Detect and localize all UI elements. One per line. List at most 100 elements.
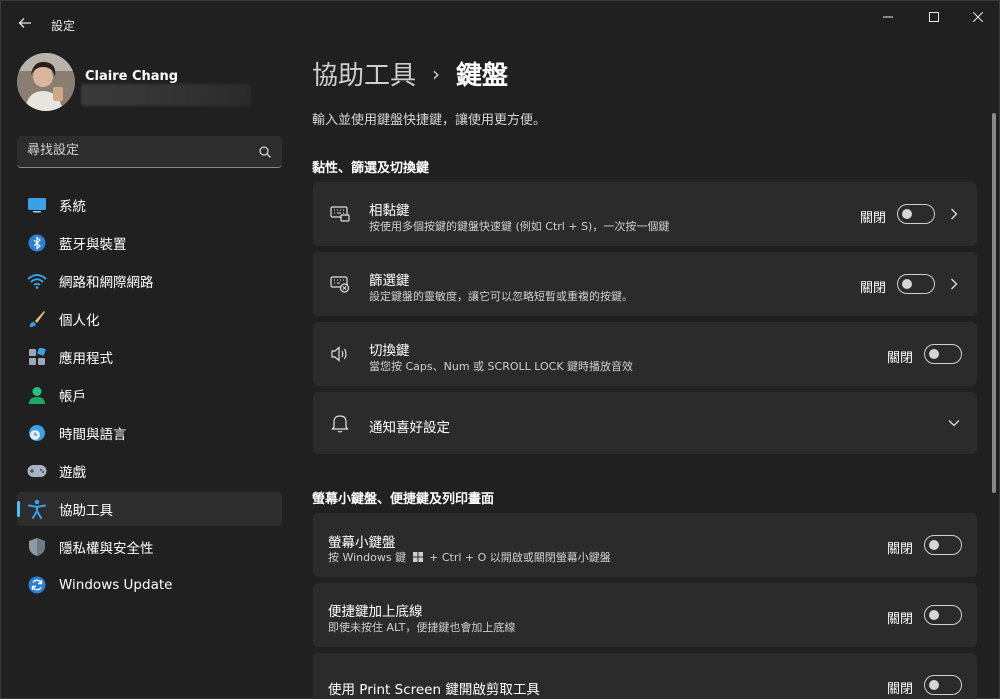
sidebar-nav: 系統 藍牙與裝置 網路和網際網路 個人化 應用程式 帳戶 時間與語言 遊戲 協助… — [17, 188, 282, 606]
app-title: 設定 — [51, 19, 76, 33]
sidebar-item-label: 系統 — [59, 199, 86, 215]
user-photo-icon — [17, 53, 75, 111]
windows-logo-icon — [412, 552, 423, 562]
toggle-keys-state: 關閉 — [887, 351, 914, 366]
on-screen-keyboard-toggle[interactable] — [924, 535, 962, 555]
notification-preferences-card[interactable]: 通知喜好設定 — [313, 392, 977, 454]
section-title-sticky: 黏性、篩選及切換鍵 — [312, 161, 430, 176]
bluetooth-icon — [27, 233, 47, 253]
sidebar-item-privacy[interactable]: 隱私權與安全性 — [17, 530, 282, 564]
gamepad-icon — [27, 461, 47, 481]
print-screen-title: 使用 Print Screen 鍵開啟剪取工具 — [328, 682, 540, 698]
filter-keys-icon — [329, 273, 351, 295]
sidebar-item-label: 網路和網際網路 — [59, 275, 154, 291]
sidebar-item-apps[interactable]: 應用程式 — [17, 340, 282, 374]
account-icon — [27, 385, 47, 405]
toggle-keys-subtitle: 當您按 Caps、Num 或 SCROLL LOCK 鍵時播放音效 — [369, 360, 634, 373]
search-box[interactable] — [17, 136, 282, 168]
print-screen-card[interactable]: 使用 Print Screen 鍵開啟剪取工具 關閉 — [313, 653, 977, 699]
sticky-keys-subtitle: 按使用多個按鍵的鍵盤快速鍵 (例如 Ctrl + S)，一次按一個鍵 — [369, 220, 670, 233]
chevron-right-icon[interactable] — [947, 207, 961, 221]
update-icon — [27, 575, 47, 595]
sidebar-item-network[interactable]: 網路和網際網路 — [17, 264, 282, 298]
shield-icon — [27, 537, 47, 557]
search-input[interactable] — [27, 143, 247, 158]
minimize-icon — [883, 16, 893, 18]
clock-globe-icon — [27, 423, 47, 443]
sidebar-item-label: Windows Update — [59, 577, 173, 593]
sidebar-item-windows-update[interactable]: Windows Update — [17, 568, 282, 602]
sidebar-item-personalization[interactable]: 個人化 — [17, 302, 282, 336]
speaker-icon — [329, 343, 351, 365]
sidebar-item-label: 個人化 — [59, 313, 100, 329]
brush-icon — [27, 309, 47, 329]
section-title-onscreen: 螢幕小鍵盤、便捷鍵及列印畫面 — [312, 492, 495, 507]
filter-keys-state: 關閉 — [860, 281, 887, 296]
close-icon — [973, 12, 983, 22]
wifi-icon — [27, 271, 47, 291]
underline-access-keys-title: 便捷鍵加上底線 — [328, 604, 423, 620]
toggle-keys-card[interactable]: 切換鍵 當您按 Caps、Num 或 SCROLL LOCK 鍵時播放音效 關閉 — [313, 322, 977, 386]
sticky-keys-state: 關閉 — [860, 211, 887, 226]
minimize-button[interactable] — [865, 1, 911, 33]
on-screen-keyboard-card[interactable]: 螢幕小鍵盤 按 Windows 鍵 + Ctrl + O 以開啟或關閉螢幕小鍵盤… — [313, 513, 977, 577]
print-screen-toggle[interactable] — [924, 675, 962, 695]
osk-subtitle-pre: 按 Windows 鍵 — [328, 551, 407, 564]
avatar[interactable] — [17, 53, 75, 111]
sidebar-item-label: 隱私權與安全性 — [59, 541, 154, 557]
breadcrumb-parent[interactable]: 協助工具 — [312, 55, 416, 92]
underline-access-keys-toggle[interactable] — [924, 605, 962, 625]
chevron-right-icon[interactable] — [947, 277, 961, 291]
sidebar-item-label: 藍牙與裝置 — [59, 237, 127, 253]
sidebar-item-system[interactable]: 系統 — [17, 188, 282, 222]
search-icon[interactable] — [258, 145, 272, 159]
page-description: 輸入並使用鍵盤快捷鍵，讓使用更方便。 — [312, 113, 547, 128]
sidebar-item-label: 時間與語言 — [59, 427, 127, 443]
filter-keys-toggle[interactable] — [897, 274, 935, 294]
toggle-keys-toggle[interactable] — [924, 344, 962, 364]
on-screen-keyboard-state: 關閉 — [887, 542, 914, 557]
sidebar-item-gaming[interactable]: 遊戲 — [17, 454, 282, 488]
apps-icon — [27, 347, 47, 367]
osk-subtitle-post: + Ctrl + O 以開啟或關閉螢幕小鍵盤 — [429, 551, 611, 564]
profile-email-redacted — [81, 84, 251, 106]
notification-preferences-title: 通知喜好設定 — [369, 420, 450, 436]
sidebar-item-label: 遊戲 — [59, 465, 86, 481]
on-screen-keyboard-subtitle: 按 Windows 鍵 + Ctrl + O 以開啟或關閉螢幕小鍵盤 — [328, 549, 611, 565]
sidebar-item-label: 協助工具 — [59, 503, 113, 519]
title-bar: 設定 — [1, 1, 1000, 47]
breadcrumb-separator: › — [432, 61, 441, 86]
profile-name: Claire Chang — [85, 69, 179, 84]
sidebar-item-accessibility[interactable]: 協助工具 — [17, 492, 282, 526]
settings-window: 設定 Claire Chang 系統 — [0, 0, 1000, 699]
sidebar-item-bluetooth[interactable]: 藍牙與裝置 — [17, 226, 282, 260]
filter-keys-subtitle: 設定鍵盤的靈敏度，讓它可以忽略短暫或重複的按鍵。 — [369, 290, 633, 303]
maximize-button[interactable] — [911, 1, 957, 33]
sticky-keys-title: 相黏鍵 — [369, 203, 410, 219]
bell-icon — [329, 412, 351, 434]
underline-access-keys-subtitle: 即使未按住 ALT，便捷鍵也會加上底線 — [328, 621, 516, 634]
toggle-keys-title: 切換鍵 — [369, 343, 410, 359]
underline-access-keys-card[interactable]: 便捷鍵加上底線 即使未按住 ALT，便捷鍵也會加上底線 關閉 — [313, 583, 977, 647]
scrollbar[interactable] — [992, 113, 996, 493]
back-button[interactable] — [13, 11, 37, 35]
sidebar-item-label: 帳戶 — [59, 389, 86, 405]
sticky-keys-card[interactable]: 相黏鍵 按使用多個按鍵的鍵盤快速鍵 (例如 Ctrl + S)，一次按一個鍵 關… — [313, 182, 977, 246]
system-icon — [27, 195, 47, 215]
close-button[interactable] — [955, 1, 1000, 33]
underline-access-keys-state: 關閉 — [887, 612, 914, 627]
maximize-icon — [929, 12, 939, 22]
filter-keys-card[interactable]: 篩選鍵 設定鍵盤的靈敏度，讓它可以忽略短暫或重複的按鍵。 關閉 — [313, 252, 977, 316]
breadcrumb: 協助工具 › 鍵盤 — [312, 55, 508, 92]
sidebar-item-accounts[interactable]: 帳戶 — [17, 378, 282, 412]
back-arrow-icon — [18, 18, 31, 28]
sticky-keys-toggle[interactable] — [897, 204, 935, 224]
chevron-down-icon[interactable] — [947, 416, 961, 430]
on-screen-keyboard-title: 螢幕小鍵盤 — [328, 535, 396, 551]
filter-keys-title: 篩選鍵 — [369, 273, 410, 289]
sticky-keys-icon — [329, 203, 351, 225]
page-title: 鍵盤 — [456, 61, 509, 91]
sidebar-item-time-language[interactable]: 時間與語言 — [17, 416, 282, 450]
sidebar-item-label: 應用程式 — [59, 351, 113, 367]
print-screen-state: 關閉 — [887, 682, 914, 697]
